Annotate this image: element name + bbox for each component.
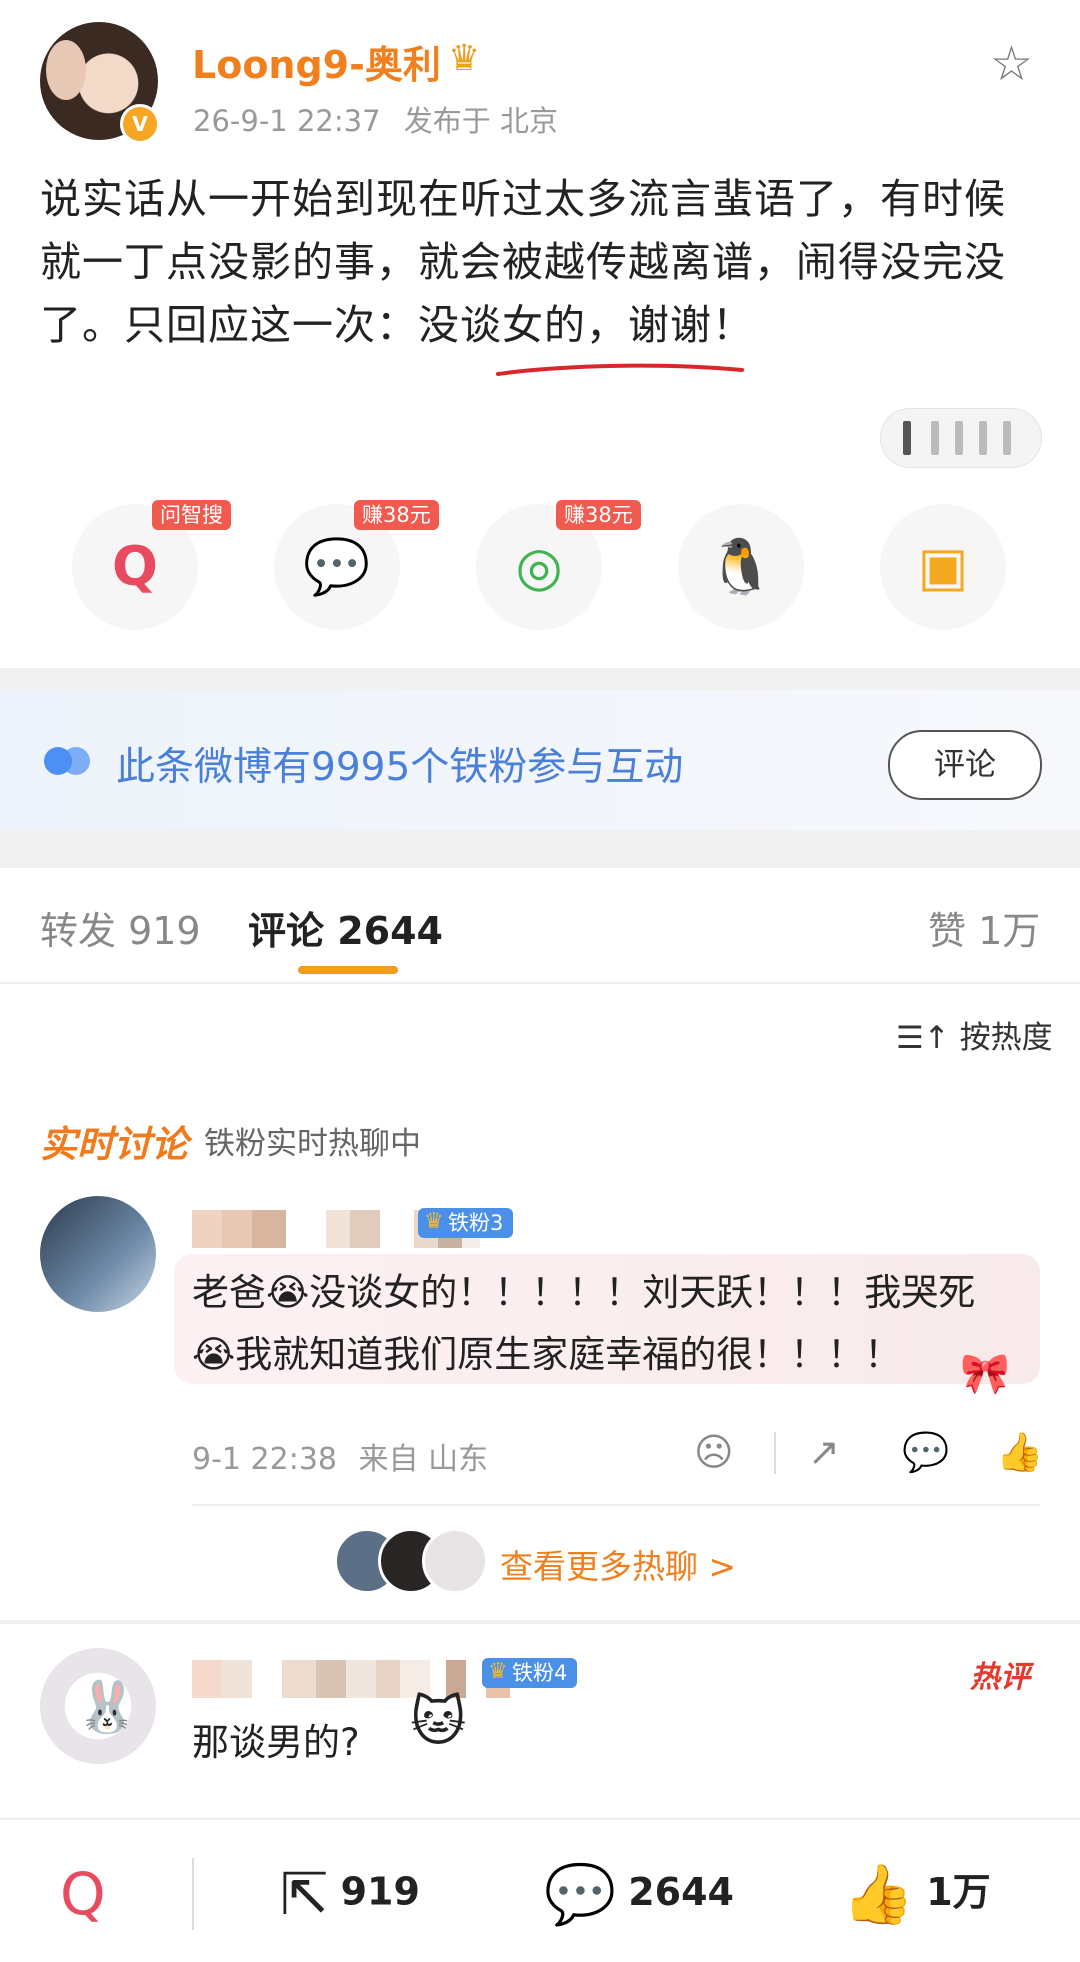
repost-comment-icon[interactable]: ↗ bbox=[808, 1430, 840, 1474]
verified-badge-icon: V bbox=[120, 104, 160, 144]
fans-banner-text: 此条微博有9995个铁粉参与互动 bbox=[116, 745, 684, 790]
comment-meta: 9-1 22:38 来自 山东 bbox=[192, 1434, 488, 1478]
comment-time: 9-1 22:38 bbox=[192, 1442, 337, 1477]
bottom-like-button[interactable]: 👍 1万 bbox=[842, 1860, 991, 1929]
bottom-search-button[interactable]: Q bbox=[60, 1860, 118, 1928]
commenter-avatar[interactable] bbox=[40, 1196, 156, 1312]
sort-icon: ☰↑ bbox=[896, 1020, 950, 1056]
reply-comment-icon[interactable]: 💬 bbox=[902, 1430, 949, 1475]
share-tag-search: 问智搜 bbox=[152, 500, 231, 530]
divider bbox=[192, 1504, 1040, 1506]
more-hot-chats-link[interactable]: 查看更多热聊 > bbox=[500, 1540, 736, 1588]
save-image-icon: ▣ bbox=[917, 535, 969, 598]
red-underline-annotation bbox=[496, 363, 744, 376]
tab-repost[interactable]: 转发 919 bbox=[40, 900, 201, 955]
comment-text: 老爸😭没谈女的！！！！！刘天跃！！！我哭死 😭我就知道我们原生家庭幸福的很！！！… bbox=[192, 1262, 1012, 1386]
bottom-repost-button[interactable]: ⇱ 919 bbox=[280, 1860, 420, 1928]
like-comment-icon[interactable]: 👍 bbox=[996, 1430, 1043, 1475]
moments-icon: ◎ bbox=[515, 535, 563, 598]
divider bbox=[0, 668, 1080, 690]
thumbs-up-icon: 👍 bbox=[842, 1860, 915, 1928]
favorite-star-icon[interactable]: ☆ bbox=[990, 36, 1033, 92]
post-meta: 26-9-1 22:37 发布于 北京 bbox=[193, 98, 558, 140]
iron-fan-badge: 铁粉3 bbox=[418, 1207, 514, 1238]
bottom-comment-button[interactable]: 💬 2644 bbox=[544, 1860, 734, 1929]
divider bbox=[774, 1432, 776, 1474]
fans-icon bbox=[44, 747, 92, 775]
decoration-sticker-icon: 🎀 bbox=[960, 1351, 1010, 1397]
rabbit-avatar-icon: 🐰 bbox=[76, 1678, 139, 1736]
comment-line-1: 老爸😭没谈女的！！！！！刘天跃！！！我哭死 bbox=[192, 1271, 976, 1314]
divider bbox=[0, 1620, 1080, 1624]
comment-icon: 💬 bbox=[544, 1860, 617, 1928]
repost-count: 919 bbox=[340, 1869, 420, 1914]
emoji-reaction-icon[interactable]: ☹ bbox=[694, 1430, 734, 1474]
tab-comments[interactable]: 评论 2644 bbox=[248, 900, 443, 955]
commenter-avatar[interactable]: 🐰 bbox=[40, 1648, 156, 1764]
fans-banner: 此条微博有9995个铁粉参与互动 评论 bbox=[0, 690, 1080, 830]
save-image-button[interactable]: ▣ bbox=[880, 504, 1006, 630]
comment-text: 那谈男的? bbox=[192, 1721, 360, 1764]
iron-fan-badge: 铁粉4 bbox=[482, 1657, 578, 1688]
post-time: 26-9-1 22:37 bbox=[193, 104, 381, 138]
share-qq-button[interactable]: 🐧 bbox=[678, 504, 804, 630]
comment-location: 来自 山东 bbox=[358, 1442, 489, 1477]
tab-active-indicator bbox=[298, 966, 398, 974]
divider bbox=[0, 982, 1080, 984]
share-tag-wechat: 赚38元 bbox=[354, 500, 439, 530]
divider bbox=[192, 1858, 194, 1930]
live-discussion-title: 实时讨论 bbox=[40, 1123, 188, 1166]
post-location: 发布于 北京 bbox=[403, 104, 558, 138]
bottom-action-bar: Q ⇱ 919 💬 2644 👍 1万 bbox=[0, 1818, 1080, 1962]
author-name[interactable]: Loong9-奥利 bbox=[192, 34, 441, 89]
wechat-icon: 💬 bbox=[303, 535, 371, 598]
search-icon: Q bbox=[60, 1860, 106, 1928]
sort-label: 按热度 bbox=[959, 1020, 1053, 1056]
search-icon: Q bbox=[112, 535, 158, 598]
share-tag-moments: 赚38元 bbox=[556, 500, 641, 530]
qq-icon: 🐧 bbox=[707, 535, 775, 598]
hello-kitty-sticker-icon: 🐱 bbox=[410, 1690, 467, 1753]
repost-icon: ⇱ bbox=[280, 1860, 329, 1928]
crown-icon: ♛ bbox=[448, 38, 481, 79]
comment-line-2: 😭我就知道我们原生家庭幸福的很！！！！ bbox=[192, 1333, 902, 1376]
more-chat-avatars[interactable] bbox=[334, 1528, 494, 1594]
like-count: 1万 bbox=[926, 1870, 991, 1914]
post-text: 说实话从一开始到现在听过太多流言蜚语了，有时候就一丁点没影的事，就会被越传越离谱… bbox=[40, 175, 1006, 349]
comment-count: 2644 bbox=[628, 1870, 734, 1914]
hot-comment-tag: 热评 bbox=[970, 1660, 1030, 1695]
image-strip-thumbnail[interactable] bbox=[880, 408, 1042, 468]
sort-button[interactable]: ☰↑ 按热度 bbox=[896, 1012, 1053, 1057]
live-discussion-subtitle: 铁粉实时热聊中 bbox=[204, 1126, 421, 1162]
divider bbox=[0, 830, 1080, 868]
fans-comment-button[interactable]: 评论 bbox=[888, 730, 1042, 800]
tab-likes[interactable]: 赞 1万 bbox=[928, 900, 1040, 955]
